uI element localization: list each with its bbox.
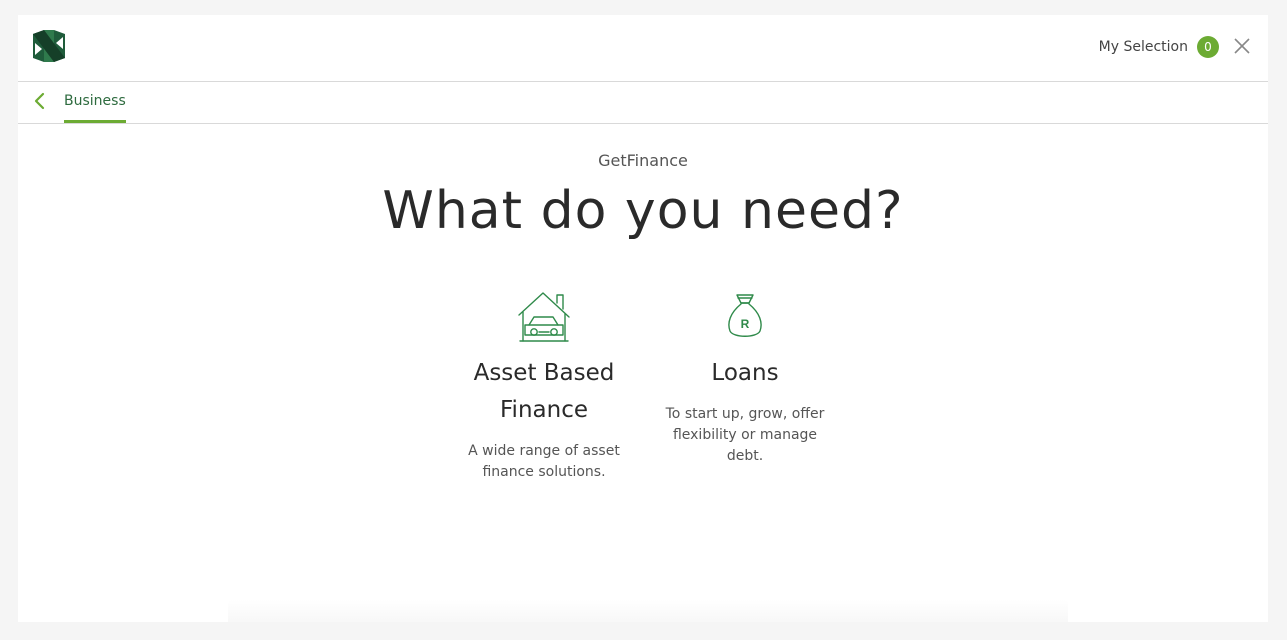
- card-loans[interactable]: R Loans To start up, grow, offer flexibi…: [663, 291, 827, 467]
- money-bag-icon: R: [728, 294, 762, 337]
- page-title: What do you need?: [382, 181, 904, 241]
- selection-count-badge: 0: [1197, 36, 1219, 58]
- card-title-line: Finance: [500, 397, 588, 423]
- tab-business[interactable]: Business: [64, 82, 126, 123]
- nedbank-logo-icon[interactable]: [32, 29, 66, 63]
- card-asset-based-finance[interactable]: Asset Based Finance A wide range of asse…: [464, 291, 624, 483]
- modal-header: My Selection 0: [18, 15, 1268, 82]
- my-selection-label: My Selection: [1098, 39, 1188, 55]
- chevron-left-icon[interactable]: [33, 92, 47, 110]
- svg-text:R: R: [741, 317, 750, 331]
- content-panel-edge: [228, 599, 1068, 622]
- page-eyebrow: GetFinance: [598, 151, 688, 170]
- card-title: Asset Based Finance: [464, 355, 624, 429]
- card-description: To start up, grow, offer flexibility or …: [665, 406, 825, 464]
- my-selection[interactable]: My Selection 0: [1099, 36, 1219, 58]
- card-description: A wide range of asset finance solutions.: [468, 443, 620, 480]
- close-icon[interactable]: [1233, 37, 1251, 55]
- card-title-line: Asset Based: [473, 360, 615, 386]
- sub-navigation: Business: [18, 82, 1268, 124]
- house-car-icon: [518, 292, 570, 342]
- card-title: Loans: [711, 360, 779, 386]
- finance-modal: My Selection 0 Business GetFinance What …: [18, 15, 1268, 622]
